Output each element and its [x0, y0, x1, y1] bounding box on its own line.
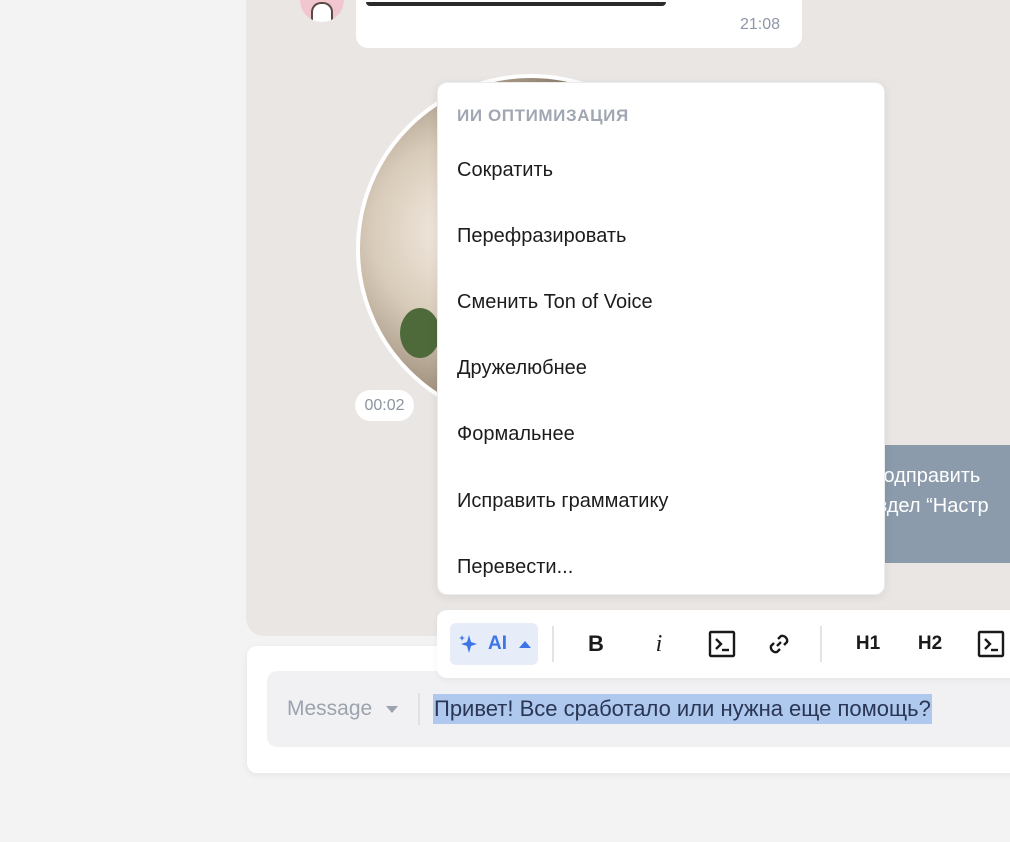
incoming-message: 21:08 [356, 0, 802, 48]
bold-button[interactable]: B [583, 627, 609, 661]
chevron-down-icon [386, 705, 399, 713]
link-button[interactable] [763, 627, 795, 661]
toolbar-divider [820, 626, 822, 662]
menu-item-tone-of-voice[interactable]: Сменить Ton of Voice [457, 291, 653, 314]
avatar-body [311, 2, 333, 22]
sparkle-icon [459, 635, 477, 653]
composer-input-area: Message Привет! Все сработало или нужна … [267, 671, 1010, 747]
message-input[interactable]: Привет! Все сработало или нужна еще помо… [433, 694, 932, 724]
message-type-label: Message [287, 697, 373, 720]
formatting-toolbar: AI B i H1 H2 [437, 610, 1010, 678]
menu-item-more-formal[interactable]: Формальнее [457, 423, 575, 446]
ai-button[interactable]: AI [450, 623, 538, 665]
code-block-button[interactable] [975, 627, 1007, 661]
ai-optimization-menu: ИИ ОПТИМИЗАЦИЯ Сократить Перефразировать… [437, 82, 885, 595]
message-time: 21:08 [739, 16, 780, 33]
link-icon [769, 634, 789, 654]
italic-button[interactable]: i [646, 627, 672, 661]
message-text-line [366, 2, 666, 6]
toolbar-divider [552, 626, 554, 662]
menu-item-shorten[interactable]: Сократить [457, 159, 553, 182]
divider [418, 693, 420, 725]
menu-item-translate[interactable]: Перевести... [457, 556, 573, 579]
ai-button-label: AI [488, 633, 507, 654]
menu-item-fix-grammar[interactable]: Исправить грамматику [457, 490, 668, 513]
caret-up-icon [519, 640, 531, 648]
video-thumbnail-plant [400, 308, 440, 358]
heading2-button[interactable]: H2 [915, 627, 945, 661]
terminal-icon [977, 630, 1005, 658]
menu-item-rephrase[interactable]: Перефразировать [457, 225, 626, 248]
terminal-icon [708, 630, 736, 658]
menu-heading: ИИ ОПТИМИЗАЦИЯ [457, 106, 629, 125]
menu-item-friendlier[interactable]: Дружелюбнее [457, 357, 587, 380]
video-duration: 00:02 [355, 390, 414, 421]
code-button[interactable] [706, 627, 738, 661]
heading1-button[interactable]: H1 [853, 627, 883, 661]
message-type-select[interactable]: Message [287, 671, 399, 747]
